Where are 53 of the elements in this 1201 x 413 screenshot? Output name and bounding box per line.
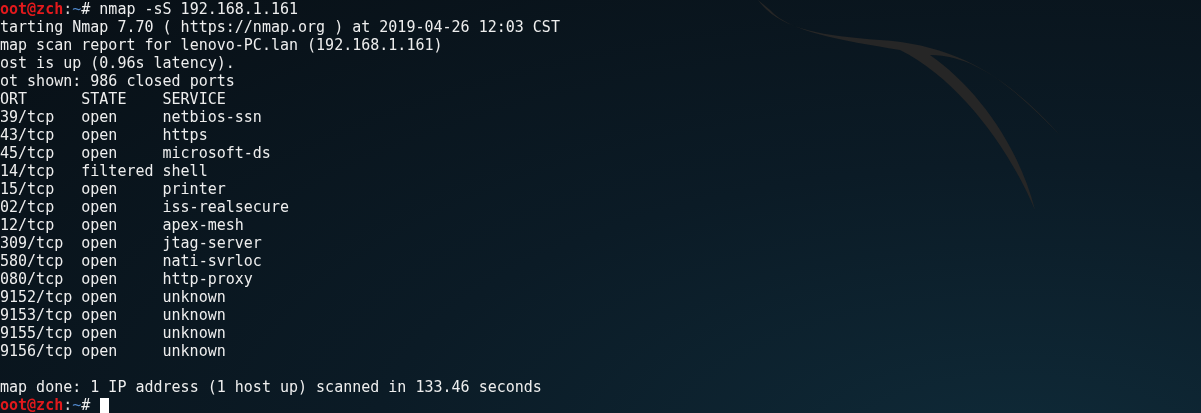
state-cell-text: open (81, 198, 119, 216)
service-cell: unknown (162, 342, 226, 360)
port-cell-text: 080/tcp (0, 270, 65, 288)
service-cell: http-proxy (162, 270, 253, 288)
service-cell: microsoft-ds (162, 144, 271, 162)
port-cell-text: 9153/tcp (0, 306, 74, 324)
port-cell-text: 9155/tcp (0, 324, 74, 342)
service-cell: shell (162, 162, 208, 180)
service-cell: https (162, 126, 208, 144)
state-cell-text: open (81, 270, 119, 288)
shell-prompt: oot@zch:~# (0, 0, 91, 18)
port-cell-text: 15/tcp (0, 180, 56, 198)
state-cell-text: open (81, 306, 119, 324)
port-cell-text: 9156/tcp (0, 342, 74, 360)
state-cell-text: open (81, 342, 119, 360)
state-cell-text: filtered (81, 162, 155, 180)
port-cell-text: 309/tcp (0, 234, 65, 252)
service-cell: jtag-server (162, 234, 262, 252)
service-cell: netbios-ssn (162, 108, 262, 126)
state-cell-text: open (81, 288, 119, 306)
state-cell-text: open (81, 126, 119, 144)
output-line: map done: 1 IP address (1 host up) scanned in 133.46 seconds (0, 378, 542, 396)
port-cell-text: 580/tcp (0, 252, 65, 270)
state-cell-text: open (81, 144, 119, 162)
column-header: STATE (81, 90, 128, 108)
service-cell: printer (162, 180, 226, 198)
state-cell-text: open (81, 216, 119, 234)
port-cell-text: 14/tcp (0, 162, 56, 180)
port-cell-text: 12/tcp (0, 216, 56, 234)
command-text: nmap -sS 192.168.1.161 (99, 0, 298, 18)
state-cell-text: open (81, 234, 119, 252)
port-cell-text: 39/tcp (0, 108, 56, 126)
state-cell-text: open (81, 108, 119, 126)
output-line: ost is up (0.96s latency). (0, 54, 235, 72)
output-line: ot shown: 986 closed ports (0, 72, 235, 90)
column-header: ORT (0, 90, 29, 108)
service-cell: nati-svrloc (162, 252, 262, 270)
column-header: SERVICE (162, 90, 226, 108)
state-cell-text: open (81, 180, 119, 198)
output-line: tarting Nmap 7.70 ( https://nmap.org ) at 2019-04-26 12:03 CST (0, 18, 560, 36)
port-cell-text: 02/tcp (0, 198, 56, 216)
service-cell: unknown (162, 288, 226, 306)
service-cell: unknown (162, 324, 226, 342)
shell-prompt: oot@zch:~# (0, 396, 91, 413)
port-cell-text: 45/tcp (0, 144, 56, 162)
service-cell: iss-realsecure (162, 198, 289, 216)
output-line: map scan report for lenovo-PC.lan (192.168.1.161) (0, 36, 443, 54)
port-cell-text: 43/tcp (0, 126, 56, 144)
state-cell-text: open (81, 324, 119, 342)
service-cell: unknown (162, 306, 226, 324)
port-cell-text: 9152/tcp (0, 288, 74, 306)
state-cell-text: open (81, 252, 119, 270)
service-cell: apex-mesh (162, 216, 244, 234)
